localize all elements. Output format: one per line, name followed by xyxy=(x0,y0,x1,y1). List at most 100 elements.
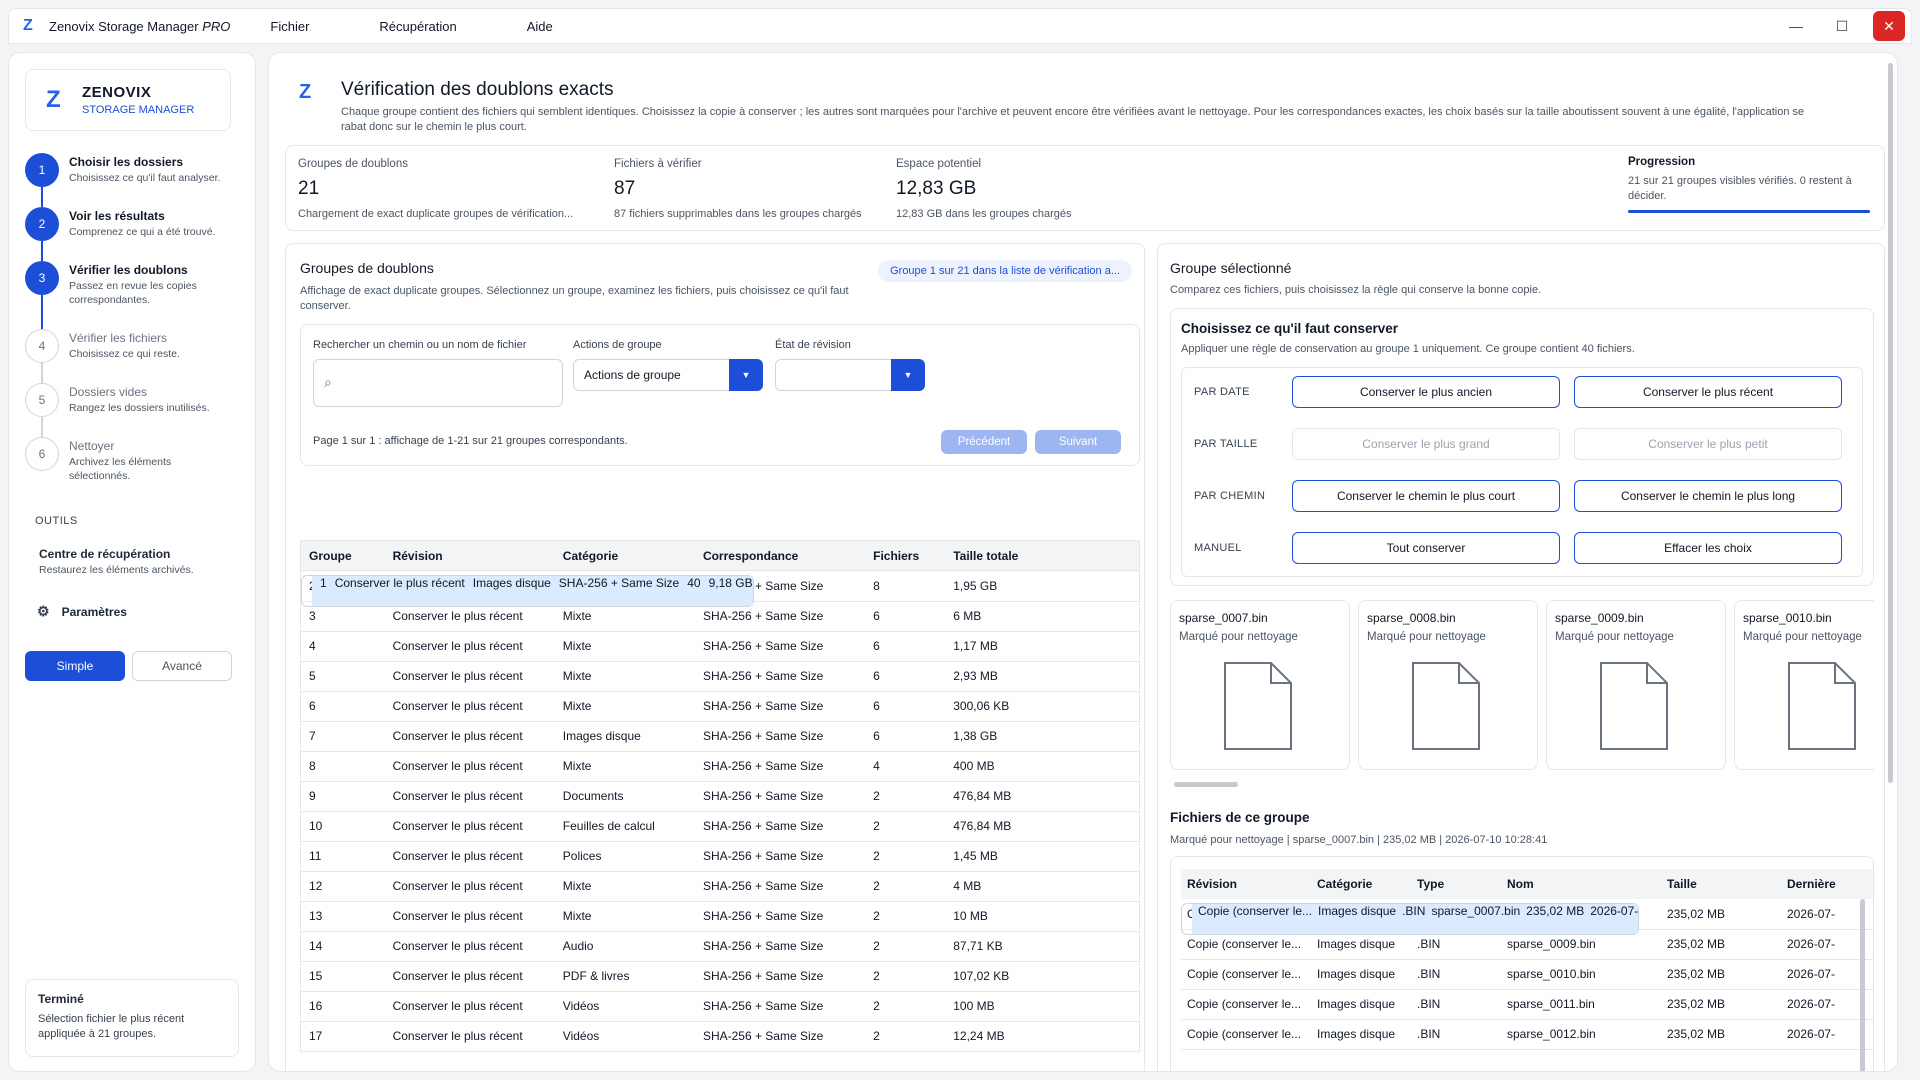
rule-label: MANUEL xyxy=(1194,542,1242,554)
main-scrollbar[interactable] xyxy=(1888,63,1893,783)
table-row[interactable]: 4 Conserver le plus récent Mixte SHA-256 + … xyxy=(300,631,1140,662)
column-header[interactable]: Révision xyxy=(1181,869,1311,899)
keep-oldest-button[interactable]: Conserver le plus ancien xyxy=(1292,376,1560,408)
table-cell: 87,71 KB xyxy=(945,931,1140,962)
app-logo-icon: Z xyxy=(23,17,33,34)
table-cell: 11 xyxy=(300,841,385,872)
table-cell: Conserver le plus récent xyxy=(384,991,555,1022)
files-scrollbar[interactable] xyxy=(1860,899,1865,1071)
menu-recuperation[interactable]: Récupération xyxy=(379,19,456,34)
review-state-select[interactable]: ▼ xyxy=(775,359,925,391)
table-cell: sparse_0011.bin xyxy=(1501,989,1661,1020)
table-row[interactable]: Copie (conserver le...Images disque.BINs… xyxy=(1181,959,1873,990)
column-header[interactable]: Dernière xyxy=(1781,869,1873,899)
table-cell: 4 MB xyxy=(945,871,1140,902)
table-cell: Conserver le plus récent xyxy=(384,781,555,812)
step-cleanup[interactable]: 6 Nettoyer Archivez les éléments sélectio… xyxy=(25,437,245,491)
menu-fichier[interactable]: Fichier xyxy=(270,19,309,34)
keep-rules-card: Choisissez ce qu'il faut conserver Appli… xyxy=(1170,308,1874,586)
group-actions-select[interactable]: Actions de groupe ▼ xyxy=(573,359,763,391)
column-header[interactable]: Correspondance xyxy=(694,540,866,571)
rules-grid: PAR DATE Conserver le plus ancien Conser… xyxy=(1181,367,1863,577)
table-cell: 15 xyxy=(300,961,385,992)
table-cell: 4 xyxy=(300,631,385,662)
step-files[interactable]: 4 Vérifier les fichiers Choisissez ce qui… xyxy=(25,329,245,383)
column-header[interactable]: Catégorie xyxy=(1311,869,1411,899)
simple-mode-button[interactable]: Simple xyxy=(25,651,125,681)
column-header[interactable]: Taille xyxy=(1661,869,1781,899)
table-row[interactable]: 16 Conserver le plus récent Vidéos SHA-256 … xyxy=(300,991,1140,1022)
settings-link[interactable]: ⚙ Paramètres xyxy=(37,603,127,620)
keep-all-button[interactable]: Tout conserver xyxy=(1292,532,1560,564)
gear-icon: ⚙ xyxy=(37,603,50,619)
file-card[interactable]: sparse_0008.bin Marqué pour nettoyage xyxy=(1358,600,1538,770)
page-description: Chaque groupe contient des fichiers qui … xyxy=(341,106,1805,133)
table-cell: Conserver le plus récent xyxy=(384,931,555,962)
column-header[interactable]: Fichiers xyxy=(865,540,946,571)
column-header[interactable]: Taille totale xyxy=(945,540,1140,571)
table-cell: sparse_0007.bin xyxy=(1425,904,1521,934)
file-card[interactable]: sparse_0009.bin Marqué pour nettoyage xyxy=(1546,600,1726,770)
keep-smallest-button[interactable]: Conserver le plus petit xyxy=(1574,428,1842,460)
minimize-button[interactable]: — xyxy=(1773,9,1819,43)
cards-scrollbar[interactable] xyxy=(1174,782,1238,787)
table-row[interactable]: 15 Conserver le plus récent PDF & livres SH… xyxy=(300,961,1140,992)
table-row[interactable]: 17 Conserver le plus récent Vidéos SHA-256 … xyxy=(300,1021,1140,1052)
brand-subtitle: STORAGE MANAGER xyxy=(82,104,195,116)
next-button[interactable]: Suivant xyxy=(1035,430,1121,454)
table-cell: SHA-256 + Same Size xyxy=(694,901,866,932)
clear-choices-button[interactable]: Effacer les choix xyxy=(1574,532,1842,564)
keep-shortest-path-button[interactable]: Conserver le chemin le plus court xyxy=(1292,480,1560,512)
table-row[interactable]: Copie (conserver le...Images disque.BINs… xyxy=(1181,1019,1873,1050)
status-card: Terminé Sélection fichier le plus récent… xyxy=(25,979,239,1057)
table-cell: 235,02 MB xyxy=(1520,904,1585,934)
table-row[interactable]: 14 Conserver le plus récent Audio SHA-256 +… xyxy=(300,931,1140,962)
table-row[interactable]: Copie (conserver le...Images disque.BINs… xyxy=(1181,989,1873,1020)
recovery-desc: Restaurez les éléments archivés. xyxy=(39,564,194,576)
table-cell: 235,02 MB xyxy=(1661,959,1781,990)
close-button[interactable]: ✕ xyxy=(1873,11,1905,41)
table-row[interactable]: 13 Conserver le plus récent Mixte SHA-256 +… xyxy=(300,901,1140,932)
step-empty-folders[interactable]: 5 Dossiers vides Rangez les dossiers inut… xyxy=(25,383,245,437)
step-duplicates[interactable]: 3 Vérifier les doublons Passez en revue l… xyxy=(25,261,245,329)
table-cell: 8 xyxy=(865,571,946,602)
column-header[interactable]: Catégorie xyxy=(554,540,695,571)
file-card[interactable]: sparse_0010.bin Marqué pour nettoyage xyxy=(1734,600,1874,770)
stat-space: Espace potentiel 12,83 GB 12,83 GB dans … xyxy=(896,158,1072,220)
column-header[interactable]: Groupe xyxy=(300,540,385,571)
brand-card: Z ZENOVIX STORAGE MANAGER xyxy=(25,69,231,131)
table-row[interactable]: 9 Conserver le plus récent Documents SHA-25… xyxy=(300,781,1140,812)
table-row[interactable]: 10 Conserver le plus récent Feuilles de ca… xyxy=(300,811,1140,842)
table-row[interactable]: 1 Conserver le plus récent Images disque SH… xyxy=(301,574,754,607)
file-card[interactable]: sparse_0007.bin Marqué pour nettoyage xyxy=(1170,600,1350,770)
search-input[interactable]: ⌕ xyxy=(313,359,563,407)
table-row[interactable]: 12 Conserver le plus récent Mixte SHA-256 +… xyxy=(300,871,1140,902)
table-row[interactable]: 7 Conserver le plus récent Images disque SH… xyxy=(300,721,1140,752)
table-row[interactable]: 11 Conserver le plus récent Polices SHA-256… xyxy=(300,841,1140,872)
keep-newest-button[interactable]: Conserver le plus récent xyxy=(1574,376,1842,408)
table-cell: Copie (conserver le... xyxy=(1181,1019,1311,1050)
table-cell: 100 MB xyxy=(945,991,1140,1022)
keep-largest-button[interactable]: Conserver le plus grand xyxy=(1292,428,1560,460)
step-choose-folders[interactable]: 1 Choisir les dossiers Choisissez ce qu'i… xyxy=(25,153,245,207)
table-cell: .BIN xyxy=(1411,1019,1501,1050)
stat-files: Fichiers à vérifier 87 87 fichiers suppr… xyxy=(614,158,862,220)
table-row[interactable]: Copie (conserver le...Images disque.BINs… xyxy=(1181,903,1640,935)
filters-card: Rechercher un chemin ou un nom de fichie… xyxy=(300,324,1140,466)
brand-logo-icon: Z xyxy=(46,86,61,113)
keep-longest-path-button[interactable]: Conserver le chemin le plus long xyxy=(1574,480,1842,512)
table-row[interactable]: 5 Conserver le plus récent Mixte SHA-256 + … xyxy=(300,661,1140,692)
step-results[interactable]: 2 Voir les résultats Comprenez ce qui a é… xyxy=(25,207,245,261)
menu-aide[interactable]: Aide xyxy=(527,19,553,34)
table-row[interactable]: 6 Conserver le plus récent Mixte SHA-256 + … xyxy=(300,691,1140,722)
recovery-center-link[interactable]: Centre de récupération Restaurez les élé… xyxy=(39,547,194,576)
previous-button[interactable]: Précédent xyxy=(941,430,1027,454)
column-header[interactable]: Nom xyxy=(1501,869,1661,899)
table-row[interactable]: 8 Conserver le plus récent Mixte SHA-256 + … xyxy=(300,751,1140,782)
step-title: Vérifier les doublons xyxy=(69,263,188,277)
column-header[interactable]: Type xyxy=(1411,869,1501,899)
table-cell: 17 xyxy=(300,1021,385,1052)
column-header[interactable]: Révision xyxy=(384,540,555,571)
advanced-mode-button[interactable]: Avancé xyxy=(132,651,232,681)
maximize-button[interactable]: ☐ xyxy=(1819,9,1865,43)
